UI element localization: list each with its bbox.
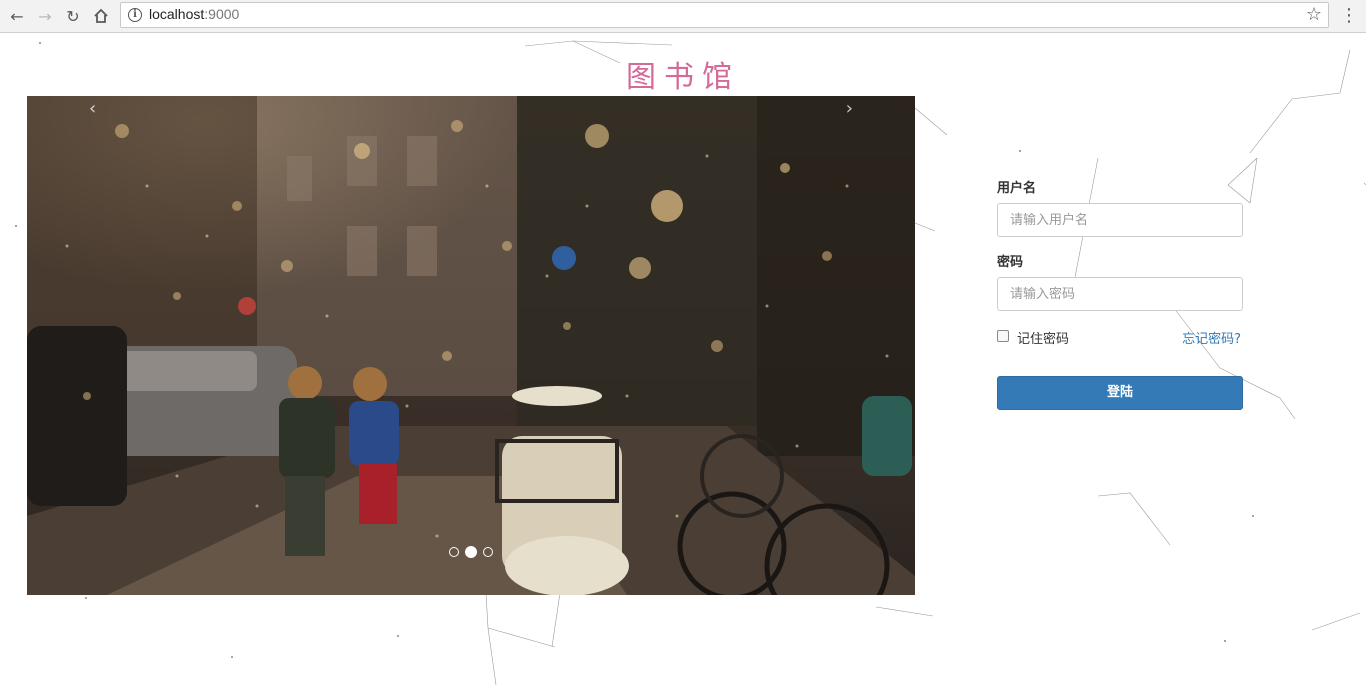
browser-toolbar: ← → ↻ i localhost:9000 ☆ ⋮	[0, 0, 1366, 33]
kebab-menu-icon[interactable]: ⋮	[1340, 5, 1358, 27]
remember-row: 记住密码 忘记密码?	[997, 328, 1243, 347]
carousel-indicator[interactable]	[483, 547, 493, 557]
carousel-prev-button[interactable]: ‹	[89, 98, 96, 119]
username-input[interactable]	[997, 203, 1243, 237]
carousel-indicator[interactable]	[449, 547, 459, 557]
remember-label[interactable]: 记住密码	[1017, 328, 1069, 347]
address-bar[interactable]: i localhost:9000 ☆	[120, 2, 1329, 28]
forgot-password-link[interactable]: 忘记密码?	[1182, 328, 1241, 347]
url-text[interactable]: localhost:9000	[149, 6, 239, 22]
carousel-next-button[interactable]: ›	[846, 98, 853, 119]
home-icon[interactable]	[90, 6, 112, 26]
password-input[interactable]	[997, 277, 1243, 311]
back-arrow-icon[interactable]: ←	[6, 6, 28, 26]
reload-icon[interactable]: ↻	[62, 6, 84, 26]
username-label: 用户名	[997, 181, 1037, 196]
carousel-slide-image	[27, 96, 915, 595]
info-icon[interactable]: i	[128, 8, 142, 22]
home-icon-glyph	[94, 8, 108, 23]
page-title: 图书馆	[626, 60, 740, 95]
forward-arrow-icon[interactable]: →	[34, 6, 56, 26]
remember-checkbox[interactable]	[997, 330, 1009, 342]
image-carousel[interactable]: ‹ ›	[27, 96, 915, 595]
carousel-indicator-active[interactable]	[465, 546, 477, 558]
url-host: localhost	[149, 6, 205, 22]
password-label: 密码	[997, 255, 1024, 270]
carousel-indicators	[27, 546, 915, 558]
star-icon[interactable]: ☆	[1306, 4, 1322, 25]
login-button[interactable]: 登陆	[997, 376, 1243, 410]
url-port: :9000	[204, 6, 240, 22]
